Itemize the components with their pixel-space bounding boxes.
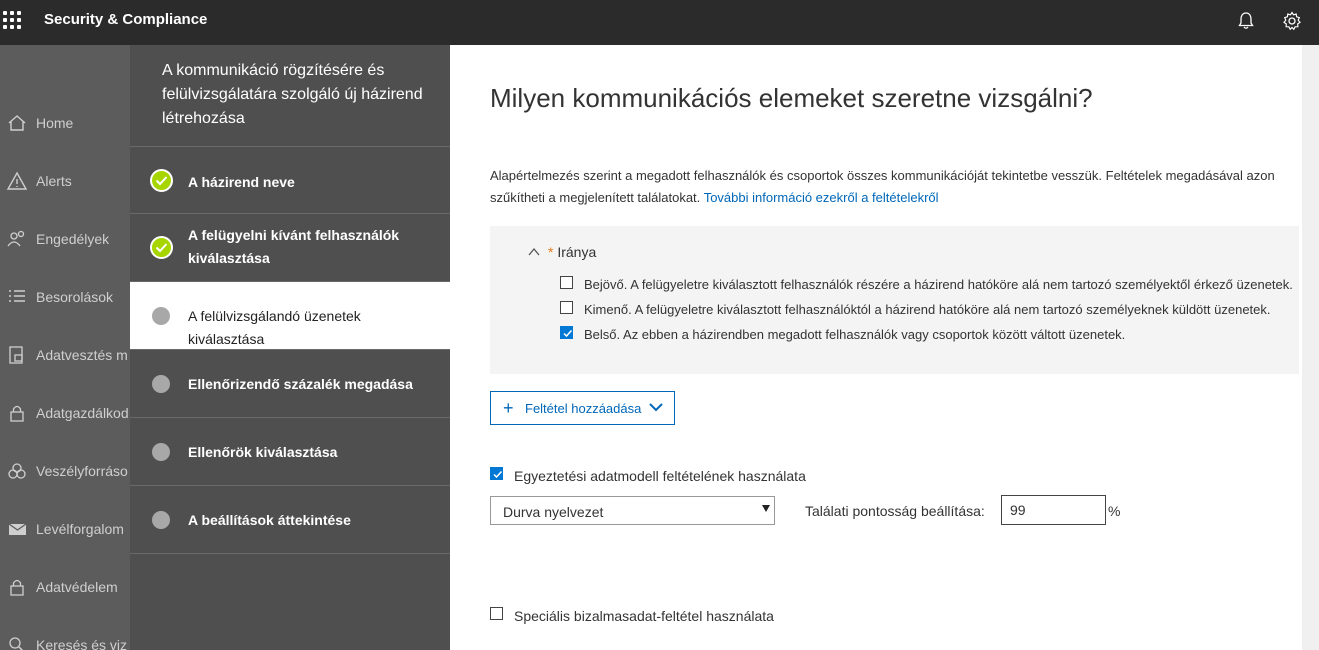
chevron-up-icon[interactable] — [528, 246, 540, 258]
nav-label: Adatgazdálkod — [36, 405, 129, 421]
wizard-step-label: Ellenőrizendő százalék megadása — [188, 376, 413, 392]
internal-option-label: Belső. Az ebben a házirendben megadott f… — [584, 327, 1126, 342]
internal-checkbox[interactable] — [560, 326, 573, 339]
list-icon — [9, 290, 25, 302]
wizard-step-label: A beállítások áttekintése — [188, 512, 351, 528]
more-info-link[interactable]: További információ ezekről a feltételekr… — [704, 190, 939, 205]
required-mark: * — [548, 244, 554, 260]
checkmark-icon — [493, 470, 503, 479]
nav-item-alerts[interactable]: Alerts — [0, 162, 132, 202]
accuracy-label: Találati pontosság beállítása: — [805, 503, 985, 519]
nav-label: Home — [36, 115, 74, 131]
people-icon — [7, 230, 25, 247]
wizard-step-policy-name[interactable]: A házirend neve — [130, 146, 450, 214]
inbound-option-label: Bejövő. A felügyeletre kiválasztott felh… — [584, 277, 1293, 292]
wizard-step-label: A házirend neve — [188, 174, 295, 190]
condition-title-text: Iránya — [557, 244, 597, 260]
model-condition-label: Egyeztetési adatmodell feltételének hasz… — [514, 468, 806, 484]
step-dot-icon — [152, 307, 170, 325]
wizard-steps-panel: A kommunikáció rögzítésére és felülvizsg… — [130, 45, 450, 650]
lock-icon — [10, 579, 24, 596]
chevron-down-icon — [649, 403, 663, 412]
plus-icon: + — [503, 398, 514, 418]
checkmark-icon — [150, 169, 173, 192]
direction-condition-panel: * Iránya Bejövő. A felügyeletre kiválasz… — [490, 226, 1299, 374]
condition-title: * Iránya — [548, 244, 596, 260]
nav-item-search[interactable]: Keresés és viz — [0, 626, 132, 650]
checkmark-icon — [563, 329, 573, 338]
checkmark-icon — [150, 236, 173, 259]
nav-label: Adatvesztés m — [36, 347, 128, 363]
nav-label: Alerts — [36, 173, 72, 189]
nav-item-home[interactable]: Home — [0, 104, 132, 144]
scrollbar[interactable] — [1302, 45, 1319, 650]
wizard-step-percentage[interactable]: Ellenőrizendő százalék megadása — [130, 349, 450, 417]
nav-label: Adatvédelem — [36, 579, 118, 595]
description-line: Alapértelmezés szerint a megadott felhas… — [490, 168, 1275, 183]
gear-icon[interactable] — [1281, 10, 1303, 32]
model-condition-checkbox[interactable] — [490, 467, 503, 480]
accuracy-input[interactable] — [1001, 495, 1106, 525]
left-navigation: Home Alerts Engedélyek Besorolások Adatv… — [0, 45, 132, 650]
nav-label: Besorolások — [36, 289, 114, 305]
mail-icon — [8, 523, 27, 535]
sensitive-info-checkbox[interactable] — [490, 607, 503, 620]
nav-label: Levélforgalom — [36, 521, 124, 537]
nav-item-permissions[interactable]: Engedélyek — [0, 220, 132, 260]
description-text: szűkítheti a megjelenített találatokat. — [490, 190, 701, 205]
model-select[interactable]: Durva nyelvezet — [490, 496, 775, 525]
wizard-step-review-settings[interactable]: A beállítások áttekintése — [130, 485, 450, 553]
bell-icon[interactable] — [1235, 10, 1257, 32]
nav-item-mail-flow[interactable]: Levélforgalom — [0, 510, 132, 550]
wizard-title: A kommunikáció rögzítésére és felülvizsg… — [162, 62, 423, 127]
add-condition-label: Feltétel hozzáadása — [525, 401, 642, 416]
nav-label: Veszélyforráso — [36, 463, 128, 479]
lock-icon — [10, 405, 24, 422]
description-line-2: szűkítheti a megjelenített találatokat. … — [490, 187, 1319, 209]
home-icon — [8, 115, 26, 131]
biohazard-icon — [8, 463, 26, 479]
add-condition-button[interactable]: + Feltétel hozzáadása — [490, 391, 675, 425]
step-dot-icon — [152, 511, 170, 529]
wizard-step-label: Ellenőrök kiválasztása — [188, 444, 338, 460]
nav-label: Keresés és viz — [36, 637, 128, 650]
nav-item-classifications[interactable]: Besorolások — [0, 278, 132, 318]
inbound-checkbox[interactable] — [560, 276, 573, 289]
wizard-step-label: A felügyelni kívánt felhasználók kiválas… — [188, 227, 400, 266]
top-bar: Security & Compliance — [0, 0, 1319, 45]
sensitive-info-label: Speciális bizalmasadat-feltétel használa… — [514, 608, 774, 624]
search-icon — [9, 637, 24, 650]
accuracy-unit: % — [1108, 503, 1121, 519]
app-title[interactable]: Security & Compliance — [44, 11, 207, 28]
description: Alapértelmezés szerint a megadott felhas… — [490, 165, 1319, 209]
step-dot-icon — [152, 375, 170, 393]
wizard-step-reviewers[interactable]: Ellenőrök kiválasztása — [130, 417, 450, 485]
wizard-step-select-users[interactable]: A felügyelni kívánt felhasználók kiválas… — [130, 213, 450, 281]
model-select-value: Durva nyelvezet — [503, 504, 604, 520]
nav-item-threat-management[interactable]: Veszélyforráso — [0, 452, 132, 492]
page-heading: Milyen kommunikációs elemeket szeretne v… — [490, 83, 1093, 113]
app-launcher-icon[interactable] — [3, 11, 21, 29]
nav-item-data-governance[interactable]: Adatgazdálkod — [0, 394, 132, 434]
wizard-step-select-messages[interactable]: A felülvizsgálandó üzenetek kiválasztása — [130, 281, 450, 349]
outbound-checkbox[interactable] — [560, 301, 573, 314]
nav-label: Engedélyek — [36, 231, 110, 247]
nav-item-data-privacy[interactable]: Adatvédelem — [0, 568, 132, 608]
alert-icon — [6, 171, 28, 190]
wizard-divider — [130, 553, 450, 554]
outbound-option-label: Kimenő. A felügyeletre kiválasztott felh… — [584, 302, 1271, 317]
nav-item-dlp[interactable]: Adatvesztés m — [0, 336, 132, 376]
main-content: Milyen kommunikációs elemeket szeretne v… — [450, 45, 1319, 650]
lock-doc-icon — [9, 346, 23, 364]
step-dot-icon — [152, 443, 170, 461]
dropdown-arrow-icon — [762, 505, 770, 512]
wizard-step-label: A felülvizsgálandó üzenetek kiválasztása — [188, 308, 361, 347]
